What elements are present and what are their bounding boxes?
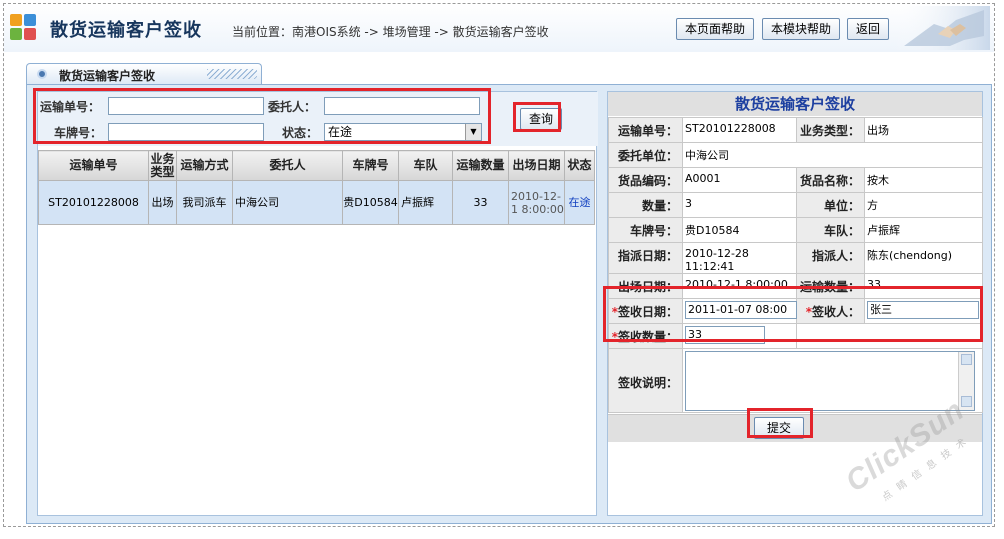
scrollbar[interactable] (958, 352, 974, 410)
tab-bulk-sign[interactable]: 散货运输客户签收 (26, 63, 262, 85)
plate-label: 车牌号： (54, 126, 103, 140)
cell-plate: 贵D10584 (342, 180, 399, 225)
form-transport-no: ST20101228008 (682, 117, 797, 143)
form-label: 货品编码： (608, 167, 683, 193)
tab-bullet-icon (37, 69, 47, 79)
query-button[interactable]: 查询 (520, 108, 563, 130)
module-help-button[interactable]: 本模块帮助 (762, 18, 841, 40)
scroll-down-icon[interactable] (961, 396, 972, 407)
table-row[interactable]: ST20101228008 出场 我司派车 中海公司 贵D10584 卢振辉 3… (38, 180, 595, 225)
page-help-button[interactable]: 本页面帮助 (676, 18, 755, 40)
form-unit: 方 (864, 192, 983, 218)
cell-fleet: 卢振辉 (398, 180, 453, 225)
col-header[interactable]: 委托人 (232, 150, 343, 181)
col-header[interactable]: 车队 (398, 150, 453, 181)
transport-no-label: 运输单号： (40, 100, 101, 114)
sign-qty-label-cell: *签收数量： (608, 323, 683, 349)
form-label: 指派人： (796, 242, 865, 274)
transport-no-input[interactable] (108, 97, 264, 115)
form-label: 出场日期： (608, 273, 683, 299)
table-header-row: 运输单号 业务类型 运输方式 委托人 车牌号 车队 运输数量 出场日期 状态 (38, 150, 595, 181)
col-header[interactable]: 出场日期 (508, 150, 565, 181)
cell-transport-no: ST20101228008 (38, 180, 149, 225)
status-select[interactable]: 在途 ▼ (324, 123, 482, 141)
col-header[interactable]: 运输单号 (38, 150, 149, 181)
form-label: 签收说明： (608, 348, 683, 413)
signer-input[interactable]: 张三 (867, 301, 979, 319)
cell-consignor: 中海公司 (232, 180, 343, 225)
status-label: 状态： (282, 126, 319, 140)
sign-qty-input[interactable]: 33 (685, 326, 765, 344)
form-label: 货品名称： (796, 167, 865, 193)
form-count: 3 (682, 192, 797, 218)
form-label: 业务类型： (796, 117, 865, 143)
plate-input[interactable] (108, 123, 264, 141)
cell-transport-mode: 我司派车 (176, 180, 233, 225)
handshake-icon (894, 6, 990, 50)
form-label: 单位： (796, 192, 865, 218)
form-label: 委托单位： (608, 142, 683, 168)
chevron-down-icon[interactable]: ▼ (465, 124, 481, 140)
consignor-input[interactable] (324, 97, 480, 115)
form-exit-date: 2010-12-1 8:00:00 (682, 273, 797, 299)
form-label: 指派日期： (608, 242, 683, 274)
form-dispatch-date: 2010-12-28 11:12:41 (682, 242, 797, 274)
col-header[interactable]: 运输数量 (452, 150, 509, 181)
col-header[interactable]: 车牌号 (342, 150, 399, 181)
form-label: 车队： (796, 217, 865, 243)
col-header[interactable]: 运输方式 (176, 150, 233, 181)
list-section: 运输单号： 委托人： 车牌号： 状态： 在途 ▼ 查询 运输单号 业务类型 运输… (37, 91, 598, 516)
consignor-label: 委托人： (268, 100, 317, 114)
form-label: 运输数量： (796, 273, 865, 299)
signer-label-cell: *签收人： (796, 298, 865, 324)
col-header[interactable]: 状态 (564, 150, 595, 181)
form-label: 签收数量： (617, 330, 678, 344)
tab-label: 散货运输客户签收 (59, 69, 156, 83)
search-form: 运输单号： 委托人： 车牌号： 状态： 在途 ▼ (38, 92, 598, 146)
sign-date-label-cell: *签收日期： (608, 298, 683, 324)
form-transport-qty: 33 (864, 273, 983, 299)
form-goods-code: A0001 (682, 167, 797, 193)
form-label: 签收人： (811, 305, 860, 319)
form-label: 数量： (608, 192, 683, 218)
status-link[interactable]: 在途 (569, 196, 591, 209)
form-label: 签收日期： (617, 305, 678, 319)
scroll-up-icon[interactable] (961, 354, 972, 365)
form-plate: 贵D10584 (682, 217, 797, 243)
page-header: 散货运输客户签收 当前位置：南港OIS系统 -> 堆场管理 -> 散货运输客户签… (4, 4, 994, 52)
form-label: 运输单号： (608, 117, 683, 143)
tab-stripes (207, 69, 257, 79)
status-select-value: 在途 (328, 125, 353, 139)
app-logo-icon (10, 14, 40, 44)
cell-exit-date: 2010-12-1 8:00:00 (508, 180, 565, 225)
sign-date-input[interactable]: 2011-01-07 08:00 (685, 301, 797, 319)
cell-biz-type: 出场 (148, 180, 177, 225)
form-title: 散货运输客户签收 (608, 92, 982, 116)
form-dispatcher: 陈东(chendong) (864, 242, 983, 274)
form-label: 车牌号： (608, 217, 683, 243)
form-biz-type: 出场 (864, 117, 983, 143)
submit-button[interactable]: 提交 (754, 417, 805, 439)
empty-cell (796, 323, 983, 349)
breadcrumb: 当前位置：南港OIS系统 -> 堆场管理 -> 散货运输客户签收 (232, 25, 549, 39)
form-goods-name: 按木 (864, 167, 983, 193)
app-frame: 散货运输客户签收 当前位置：南港OIS系统 -> 堆场管理 -> 散货运输客户签… (3, 3, 995, 527)
cell-quantity: 33 (452, 180, 509, 225)
form-fleet: 卢振辉 (864, 217, 983, 243)
form-client: 中海公司 (682, 142, 983, 168)
col-header[interactable]: 业务类型 (148, 150, 177, 181)
transport-table: 运输单号 业务类型 运输方式 委托人 车牌号 车队 运输数量 出场日期 状态 S… (38, 150, 595, 225)
page-title: 散货运输客户签收 (50, 20, 202, 41)
back-button[interactable]: 返回 (847, 18, 890, 40)
